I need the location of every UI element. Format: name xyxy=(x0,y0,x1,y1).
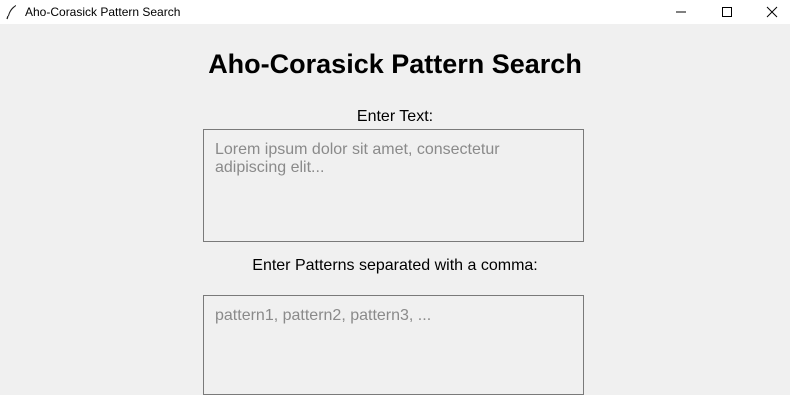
text-input[interactable]: Lorem ipsum dolor sit amet, consectetur … xyxy=(203,129,584,242)
patterns-input[interactable]: pattern1, pattern2, pattern3, ... xyxy=(203,295,584,395)
minimize-button[interactable] xyxy=(658,0,704,24)
feather-icon xyxy=(6,4,18,20)
text-label: Enter Text: xyxy=(356,108,434,125)
close-icon xyxy=(766,6,778,18)
window-title: Aho-Corasick Pattern Search xyxy=(25,5,181,19)
minimize-icon xyxy=(676,11,686,13)
page-title: Aho-Corasick Pattern Search xyxy=(208,49,582,79)
text-input-placeholder: Lorem ipsum dolor sit amet, consectetur … xyxy=(215,141,500,176)
title-bar: Aho-Corasick Pattern Search xyxy=(0,0,790,24)
close-button[interactable] xyxy=(749,0,790,24)
patterns-input-placeholder: pattern1, pattern2, pattern3, ... xyxy=(215,307,432,324)
maximize-button[interactable] xyxy=(704,0,750,24)
patterns-label: Enter Patterns separated with a comma: xyxy=(252,257,538,274)
maximize-icon xyxy=(722,7,732,17)
